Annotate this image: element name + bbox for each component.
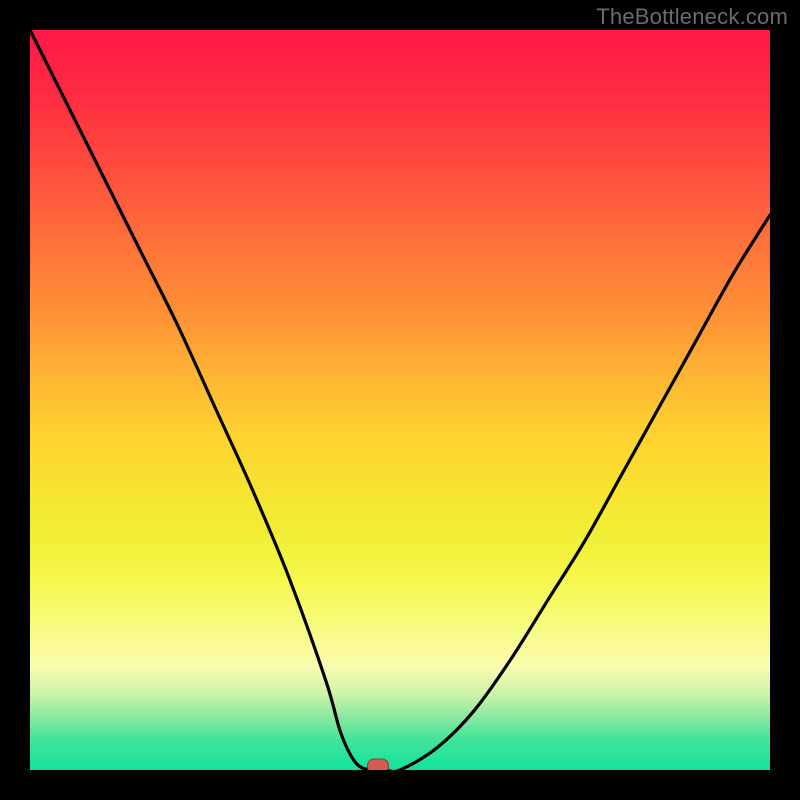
bottleneck-marker (367, 759, 389, 770)
bottleneck-curve (30, 30, 770, 770)
watermark-text: TheBottleneck.com (596, 4, 788, 30)
chart-frame: TheBottleneck.com (0, 0, 800, 800)
bottleneck-curve-path (30, 30, 770, 770)
plot-area (30, 30, 770, 770)
